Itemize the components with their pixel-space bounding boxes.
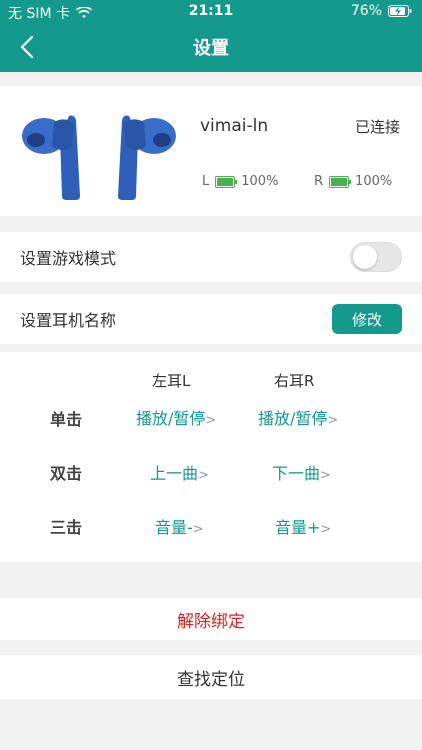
battery-icon — [329, 175, 352, 188]
connection-status: 已连接 — [354, 118, 400, 136]
earphone-name-label: 设置耳机名称 — [20, 311, 117, 330]
chevron-right-icon: > — [198, 468, 209, 483]
top-bar: 无 SIM 卡 21:11 76% 设置 — [0, 0, 422, 72]
toggle-knob — [353, 245, 377, 269]
double-tap-left-value: 上一曲 — [150, 464, 199, 483]
right-ear-header: 右耳R — [274, 372, 315, 390]
nav-bar: 设置 — [0, 24, 422, 72]
battery-percent: 76% — [350, 3, 382, 19]
left-ear-header: 左耳L — [152, 372, 191, 390]
single-tap-left-value: 播放/暂停 — [136, 409, 206, 428]
earphone-name-row: 设置耳机名称 修改 — [0, 294, 422, 344]
double-tap-label: 双击 — [50, 464, 83, 483]
double-tap-right-value: 下一曲 — [272, 464, 321, 483]
battery-charging-icon — [388, 5, 412, 17]
triple-tap-right-action[interactable]: 音量+> — [275, 514, 331, 538]
status-bar: 无 SIM 卡 21:11 76% — [0, 0, 422, 24]
chevron-right-icon: > — [320, 522, 332, 537]
single-tap-left-action[interactable]: 播放/暂停> — [136, 405, 216, 429]
edit-name-button[interactable]: 修改 — [332, 304, 402, 334]
unbind-label: 解除绑定 — [177, 611, 245, 632]
triple-tap-right-value: 音量+ — [275, 518, 321, 537]
battery-icon — [215, 175, 238, 188]
chevron-right-icon: > — [320, 468, 331, 483]
double-tap-right-action[interactable]: 下一曲> — [272, 460, 331, 484]
chevron-right-icon: > — [205, 413, 217, 428]
right-battery: R 100% — [314, 174, 392, 189]
left-battery-value: 100% — [241, 174, 279, 189]
right-label: R — [314, 174, 324, 189]
triple-tap-left-value: 音量- — [155, 518, 193, 537]
double-tap-left-action[interactable]: 上一曲> — [150, 460, 209, 484]
game-mode-label: 设置游戏模式 — [20, 249, 117, 268]
game-mode-row: 设置游戏模式 — [0, 232, 422, 282]
chevron-right-icon: > — [192, 522, 204, 537]
right-battery-value: 100% — [355, 174, 393, 189]
page-title: 设置 — [193, 38, 229, 59]
left-battery: L 100% — [202, 174, 278, 189]
single-tap-label: 单击 — [50, 410, 83, 429]
single-tap-right-action[interactable]: 播放/暂停> — [258, 405, 338, 429]
single-tap-right-value: 播放/暂停 — [258, 409, 328, 428]
device-card: vimai-ln 已连接 L 100% R 100% — [0, 86, 422, 216]
left-label: L — [202, 174, 210, 189]
game-mode-toggle[interactable] — [350, 242, 402, 272]
locate-label: 查找定位 — [177, 669, 245, 690]
gesture-controls: 左耳L 右耳R 单击 播放/暂停> 播放/暂停> 双击 上一曲> 下一曲> 三击… — [0, 352, 422, 562]
triple-tap-left-action[interactable]: 音量-> — [155, 514, 204, 538]
chevron-right-icon: > — [327, 413, 339, 428]
triple-tap-label: 三击 — [50, 518, 83, 537]
device-name: vimai-ln — [200, 116, 269, 136]
earbuds-image — [14, 106, 184, 206]
unbind-button[interactable]: 解除绑定 — [0, 598, 422, 640]
status-right: 76% — [351, 3, 412, 19]
locate-button[interactable]: 查找定位 — [0, 655, 422, 699]
